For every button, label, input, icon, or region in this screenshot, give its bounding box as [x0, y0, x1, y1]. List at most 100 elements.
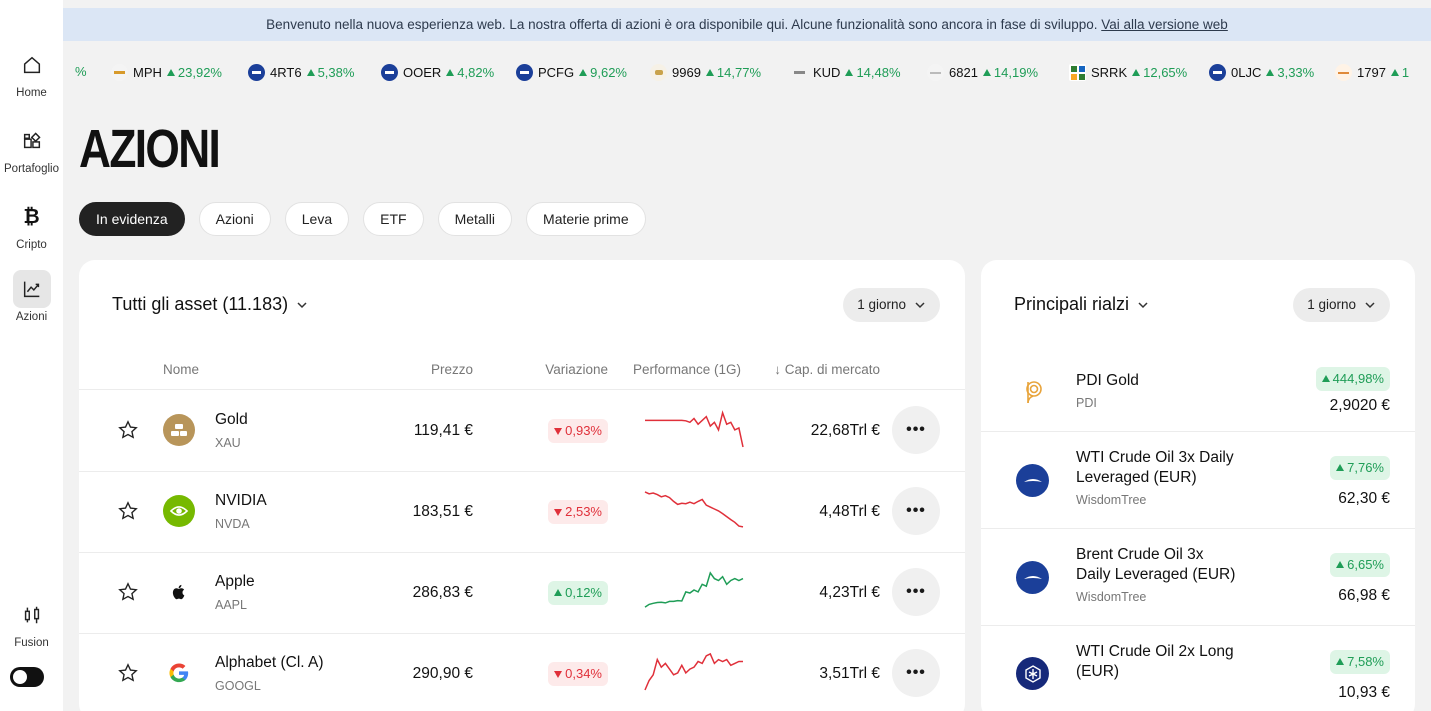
bitcoin-icon: ₿ [23, 205, 40, 228]
tab-metals[interactable]: Metalli [437, 202, 513, 236]
asset-symbol: NVDA [215, 517, 250, 531]
star-icon[interactable] [117, 581, 139, 603]
change-badge: 7,58% [1330, 650, 1390, 674]
asset-list-dropdown[interactable]: Tutti gli asset (11.183) [112, 294, 308, 315]
column-header-performance[interactable]: Performance (1G) [633, 362, 741, 377]
ticker-item[interactable]: 0LJC 3,33% [1209, 64, 1314, 81]
ticker-item[interactable]: MPH 23,92% [111, 64, 222, 81]
table-row[interactable]: Gold XAU 119,41 € 0,93% 22,68Trl € ••• [79, 390, 965, 471]
tab-stocks[interactable]: Azioni [198, 202, 271, 236]
more-options-button[interactable]: ••• [892, 568, 940, 616]
market-cap: 22,68Trl € [810, 422, 880, 439]
change-badge: 7,76% [1330, 456, 1390, 480]
ticker-logo [927, 64, 944, 81]
asset-name: Apple [215, 573, 255, 590]
up-arrow-icon [1336, 561, 1345, 568]
change-badge: 6,65% [1330, 553, 1390, 577]
table-row[interactable]: Alphabet (Cl. A) GOOGL 290,90 € 0,34% 3,… [79, 633, 965, 711]
more-options-button[interactable]: ••• [892, 406, 940, 454]
column-header-market-cap[interactable]: ↓ Cap. di mercato [774, 362, 880, 377]
up-arrow-icon [1321, 375, 1330, 382]
market-cap: 4,23Trl € [819, 584, 880, 601]
candlestick-icon [13, 596, 51, 634]
sidebar-item-label: Cripto [16, 239, 47, 251]
ticker-item[interactable]: OOER 4,82% [381, 64, 494, 81]
ticker-item[interactable]: 1797 1 [1335, 64, 1409, 81]
item-issuer: PDI [1076, 396, 1097, 410]
asset-name: NVIDIA [215, 492, 267, 509]
ellipsis-icon: ••• [906, 583, 926, 600]
column-header-change[interactable]: Variazione [545, 362, 608, 377]
up-arrow-icon [579, 69, 588, 76]
ticker-item[interactable]: 6821 14,19% [927, 64, 1038, 81]
sparkline [644, 491, 744, 528]
up-arrow-icon [1390, 69, 1399, 76]
chevron-down-icon [297, 301, 307, 308]
table-row[interactable]: Apple AAPL 286,83 € 0,12% 4,23Trl € ••• [79, 552, 965, 633]
period-selector[interactable]: 1 giorno [1293, 288, 1390, 322]
ticker-logo [111, 64, 128, 81]
portfolio-icon [13, 122, 51, 160]
tab-etf[interactable]: ETF [363, 202, 424, 236]
asset-name: Gold [215, 411, 248, 428]
item-name: PDI Gold [1076, 372, 1139, 389]
ticker-item[interactable]: SRRK 12,65% [1069, 64, 1187, 81]
ticker-item[interactable]: 9969 14,77% [650, 64, 761, 81]
sidebar-item-portfolio[interactable]: Portafoglio [0, 122, 63, 175]
ticker-logo [791, 64, 808, 81]
item-issuer: WisdomTree [1076, 590, 1147, 604]
star-icon[interactable] [117, 419, 139, 441]
list-item[interactable]: WTI Crude Oil 3x Daily Leveraged (EUR) W… [981, 432, 1415, 529]
item-name: WTI Crude Oil 3x Daily Leveraged (EUR) [1076, 449, 1234, 486]
table-row[interactable]: NVIDIA NVDA 183,51 € 2,53% 4,48Trl € ••• [79, 471, 965, 552]
up-arrow-icon [1132, 69, 1141, 76]
sidebar-item-stocks[interactable]: Azioni [0, 270, 63, 323]
chart-icon [12, 270, 51, 308]
tab-commodities[interactable]: Materie prime [526, 202, 646, 236]
sidebar-item-fusion[interactable]: Fusion [0, 596, 63, 649]
gainers-dropdown[interactable]: Principali rialzi [1014, 294, 1149, 315]
item-name: Brent Crude Oil 3x Daily Leveraged (EUR) [1076, 546, 1236, 583]
item-price: 62,30 € [1338, 490, 1390, 507]
column-header-price[interactable]: Prezzo [431, 362, 473, 377]
ticker-logo [248, 64, 265, 81]
panel-title: Tutti gli asset (11.183) [112, 294, 289, 314]
sidebar-item-home[interactable]: Home [0, 46, 63, 99]
all-assets-panel: Tutti gli asset (11.183) 1 giorno Nome P… [79, 260, 965, 711]
star-icon[interactable] [117, 500, 139, 522]
ticker-item[interactable]: PCFG 9,62% [516, 64, 627, 81]
sparkline [644, 571, 744, 608]
ticker-item[interactable]: 4RT6 5,38% [248, 64, 354, 81]
sidebar-item-label: Home [16, 87, 47, 99]
list-item[interactable]: Brent Crude Oil 3x Daily Leveraged (EUR)… [981, 529, 1415, 626]
more-options-button[interactable]: ••• [892, 649, 940, 697]
chevron-down-icon [915, 302, 925, 309]
ellipsis-icon: ••• [906, 421, 926, 438]
ticker-item[interactable]: % [75, 64, 87, 79]
wisdomtree-logo [1016, 464, 1049, 497]
tab-featured[interactable]: In evidenza [79, 202, 185, 236]
ticker-item[interactable]: KUD 14,48% [791, 64, 901, 81]
item-price: 10,93 € [1338, 684, 1390, 701]
up-arrow-icon [705, 69, 714, 76]
up-arrow-icon [446, 69, 455, 76]
down-arrow-icon [554, 509, 563, 516]
up-arrow-icon [845, 69, 854, 76]
more-options-button[interactable]: ••• [892, 487, 940, 535]
list-item[interactable]: PDI Gold PDI 444,98% 2,9020 € [981, 335, 1415, 432]
star-icon[interactable] [117, 662, 139, 684]
page-title: AZIONI [79, 119, 221, 179]
apple-logo [163, 576, 195, 608]
fusion-toggle[interactable] [10, 667, 44, 687]
sidebar-item-label: Azioni [15, 311, 48, 323]
up-arrow-icon [982, 69, 991, 76]
asset-price: 183,51 € [412, 503, 473, 520]
down-arrow-icon [554, 671, 563, 678]
web-version-link[interactable]: Vai alla versione web [1101, 17, 1228, 32]
asset-symbol: GOOGL [215, 679, 261, 693]
period-selector[interactable]: 1 giorno [843, 288, 940, 322]
column-header-name[interactable]: Nome [163, 362, 199, 377]
list-item[interactable]: WTI Crude Oil 2x Long (EUR) 7,58% 10,93 … [981, 626, 1415, 711]
tab-leverage[interactable]: Leva [284, 202, 350, 236]
sidebar-item-crypto[interactable]: ₿ Cripto [0, 198, 63, 252]
